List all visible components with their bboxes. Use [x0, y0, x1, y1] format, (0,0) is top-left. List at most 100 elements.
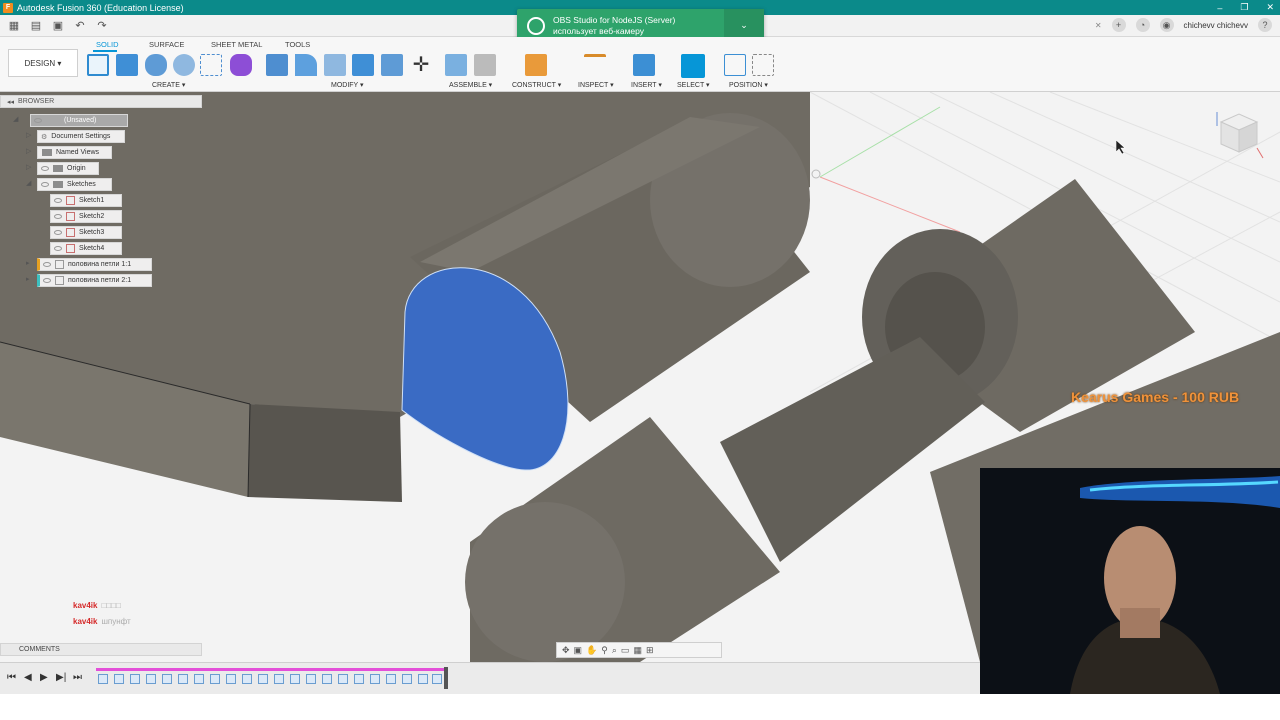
notifications-icon[interactable]: ◉ [1159, 18, 1174, 32]
expand-icon[interactable]: ▷ [26, 131, 31, 139]
step-forward-icon[interactable]: ▶| [56, 672, 66, 683]
timeline-feature[interactable] [338, 674, 348, 684]
redo-icon[interactable]: ↷ [94, 18, 110, 34]
fit-icon[interactable]: ⌕ [612, 645, 617, 656]
create-menu[interactable]: CREATE ▾ [152, 81, 185, 89]
expand-icon[interactable]: ▸ [26, 259, 30, 267]
close-button[interactable]: ✕ [1266, 2, 1274, 13]
zoom-icon[interactable]: ⚲ [601, 645, 608, 656]
tree-item-sketch3[interactable]: Sketch3 [50, 226, 122, 239]
position-menu[interactable]: POSITION ▾ [729, 81, 768, 89]
timeline-feature[interactable] [354, 674, 364, 684]
tree-item-sketch1[interactable]: Sketch1 [50, 194, 122, 207]
timeline-feature[interactable] [432, 674, 442, 684]
play-icon[interactable]: ▶ [40, 672, 48, 683]
timeline-feature[interactable] [322, 674, 332, 684]
timeline-feature[interactable] [274, 674, 284, 684]
form-icon[interactable] [230, 54, 252, 76]
tree-item-hinge-half-2[interactable]: половина петли 2:1 [37, 274, 152, 287]
comments-panel[interactable]: COMMENTS [0, 643, 202, 656]
timeline-feature[interactable] [194, 674, 204, 684]
timeline-feature[interactable] [370, 674, 380, 684]
revert-position-icon[interactable] [752, 54, 774, 76]
visibility-icon[interactable] [54, 198, 62, 203]
look-at-icon[interactable]: ▣ [574, 645, 583, 656]
tree-item-hinge-half-1[interactable]: половина петли 1:1 [37, 258, 152, 271]
insert-image-icon[interactable] [633, 54, 655, 76]
data-panel-icon[interactable]: ▦ [6, 18, 22, 34]
expand-icon[interactable]: ▸ [26, 275, 30, 283]
offset-plane-icon[interactable] [525, 54, 547, 76]
timeline-feature[interactable] [178, 674, 188, 684]
new-component-icon[interactable] [445, 54, 467, 76]
user-name[interactable]: chichevv chichevv [1184, 21, 1248, 30]
undo-icon[interactable]: ↶ [72, 18, 88, 34]
timeline-feature[interactable] [306, 674, 316, 684]
visibility-icon[interactable] [41, 166, 49, 171]
tree-item-sketches[interactable]: Sketches [37, 178, 112, 191]
timeline-feature[interactable] [258, 674, 268, 684]
collapse-icon[interactable]: ◢ [26, 179, 31, 187]
display-icon[interactable]: ▭ [621, 645, 630, 656]
pattern-icon[interactable] [200, 54, 222, 76]
timeline-feature[interactable] [242, 674, 252, 684]
timeline-feature[interactable] [418, 674, 428, 684]
save-icon[interactable]: ▣ [50, 18, 66, 34]
create-sketch-icon[interactable] [87, 54, 109, 76]
file-menu-icon[interactable]: ▤ [28, 18, 44, 34]
extrude-icon[interactable] [116, 54, 138, 76]
fillet-icon[interactable] [295, 54, 317, 76]
press-pull-icon[interactable] [266, 54, 288, 76]
visibility-icon[interactable] [54, 230, 62, 235]
tree-item-sketch2[interactable]: Sketch2 [50, 210, 122, 223]
tab-surface[interactable]: SURFACE [149, 40, 184, 49]
new-tab-icon[interactable]: + [1111, 18, 1126, 32]
combine-icon[interactable] [352, 54, 374, 76]
minimize-button[interactable]: – [1217, 3, 1222, 13]
tab-solid[interactable]: SOLID [96, 40, 119, 49]
tree-item-named-views[interactable]: Named Views [37, 146, 112, 159]
timeline-feature[interactable] [146, 674, 156, 684]
timeline-feature[interactable] [162, 674, 172, 684]
timeline-feature[interactable] [226, 674, 236, 684]
browser-header[interactable]: ◂◂ BROWSER [0, 95, 202, 108]
grid-icon[interactable]: ▦ [633, 645, 642, 656]
capture-position-icon[interactable] [724, 54, 746, 76]
insert-menu[interactable]: INSERT ▾ [631, 81, 662, 89]
tree-item-document-settings[interactable]: ⚙ Document Settings [37, 130, 125, 143]
go-to-start-icon[interactable]: ⏮ [7, 672, 16, 683]
modify-menu[interactable]: MODIFY ▾ [331, 81, 364, 89]
shell-icon[interactable] [324, 54, 346, 76]
collapse-browser-icon[interactable]: ◂◂ [7, 98, 14, 106]
hole-icon[interactable] [173, 54, 195, 76]
expand-icon[interactable]: ▷ [26, 147, 31, 155]
viewcube[interactable] [1213, 108, 1265, 164]
visibility-icon[interactable] [54, 246, 62, 251]
visibility-icon[interactable] [43, 278, 51, 283]
job-status-icon[interactable]: ◔ [1135, 18, 1150, 32]
tab-sheet-metal[interactable]: SHEET METAL [211, 40, 262, 49]
tree-root[interactable]: (Unsaved) [30, 114, 128, 127]
select-menu[interactable]: SELECT ▾ [677, 81, 710, 89]
maximize-button[interactable]: ❐ [1240, 2, 1248, 13]
construct-menu[interactable]: CONSTRUCT ▾ [512, 81, 561, 89]
timeline-marker[interactable] [444, 667, 448, 689]
step-back-icon[interactable]: ◀ [24, 672, 32, 683]
revolve-icon[interactable] [145, 54, 167, 76]
orbit-icon[interactable]: ✥ [562, 645, 570, 656]
viewports-icon[interactable]: ⊞ [646, 645, 654, 656]
visibility-icon[interactable] [54, 214, 62, 219]
timeline-feature[interactable] [130, 674, 140, 684]
timeline-feature[interactable] [290, 674, 300, 684]
visibility-icon[interactable] [43, 262, 51, 267]
tab-tools[interactable]: TOOLS [285, 40, 310, 49]
timeline-feature[interactable] [402, 674, 412, 684]
pan-icon[interactable]: ✋ [586, 645, 597, 656]
joint-icon[interactable] [474, 54, 496, 76]
assemble-menu[interactable]: ASSEMBLE ▾ [449, 81, 492, 89]
move-icon[interactable]: ✛ [410, 54, 432, 76]
help-icon[interactable]: ? [1258, 18, 1272, 32]
workspace-switcher[interactable]: DESIGN ▾ [8, 49, 78, 77]
tree-item-origin[interactable]: Origin [37, 162, 99, 175]
visibility-icon[interactable] [41, 182, 49, 187]
